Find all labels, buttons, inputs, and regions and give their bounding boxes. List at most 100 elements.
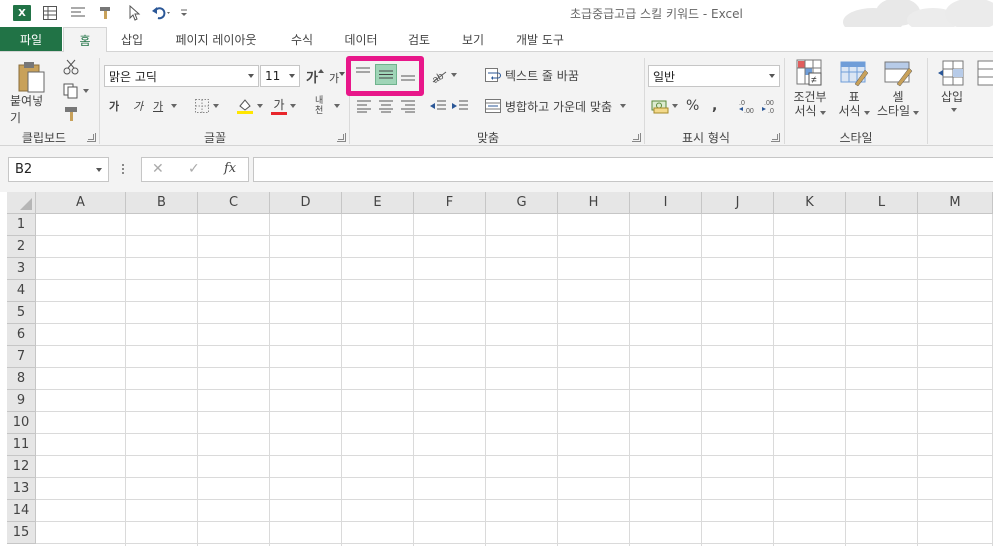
comma-button[interactable]: , <box>712 96 717 116</box>
cut-button[interactable] <box>62 57 82 77</box>
tab-home[interactable]: 홈 <box>63 27 107 52</box>
number-launcher-icon[interactable] <box>771 133 780 142</box>
insert-cells-button[interactable]: 삽입 <box>932 58 972 126</box>
gridline-vertical <box>701 214 702 546</box>
arrow-up-icon <box>317 69 324 73</box>
align-center-button[interactable] <box>377 97 397 115</box>
row-header-4[interactable]: 4 <box>7 280 36 302</box>
conditional-formatting-button[interactable]: ≠ 조건부 서식 <box>788 58 832 126</box>
font-color-button[interactable]: 가 <box>271 95 296 117</box>
wrap-text-button[interactable]: 텍스트 줄 바꿈 <box>484 65 579 85</box>
italic-button[interactable]: 가 <box>133 97 143 115</box>
grow-font-button[interactable]: 가 <box>306 67 324 86</box>
enter-icon[interactable]: ✓ <box>188 161 200 177</box>
column-header-h[interactable]: H <box>558 192 630 214</box>
cell-styles-button[interactable]: 셀 스타일 <box>874 58 922 126</box>
row-header-1[interactable]: 1 <box>7 214 36 236</box>
column-header-k[interactable]: K <box>774 192 846 214</box>
row-header-8[interactable]: 8 <box>7 368 36 390</box>
row-header-9[interactable]: 9 <box>7 390 36 412</box>
formula-input[interactable] <box>253 157 993 182</box>
align-left-button[interactable] <box>355 97 375 115</box>
font-name-select[interactable]: 맑은 고딕 <box>104 65 259 87</box>
column-header-j[interactable]: J <box>702 192 774 214</box>
font-size-select[interactable]: 11 <box>260 65 300 87</box>
copy-button[interactable] <box>62 81 94 101</box>
select-all-button[interactable] <box>7 192 36 214</box>
gridline-horizontal <box>36 411 993 412</box>
align-right-button[interactable] <box>399 97 419 115</box>
delete-cells-icon <box>977 60 993 86</box>
column-header-l[interactable]: L <box>846 192 918 214</box>
underline-button[interactable]: 가 <box>153 97 163 115</box>
delete-cells-button[interactable] <box>976 58 993 126</box>
cancel-icon[interactable]: ✕ <box>152 161 164 177</box>
shrink-font-button[interactable]: 가 <box>329 69 346 87</box>
percent-button[interactable]: % <box>686 96 699 116</box>
alignment-launcher-icon[interactable] <box>632 133 641 142</box>
borders-button[interactable] <box>194 96 219 116</box>
row-header-13[interactable]: 13 <box>7 478 36 500</box>
row-header-3[interactable]: 3 <box>7 258 36 280</box>
fill-color-button[interactable] <box>236 96 263 116</box>
orientation-button[interactable]: ab <box>430 65 457 85</box>
font-launcher-icon[interactable] <box>337 133 346 142</box>
more-icon[interactable] <box>121 162 127 178</box>
column-header-i[interactable]: I <box>630 192 702 214</box>
accounting-format-button[interactable] <box>651 96 678 116</box>
column-header-e[interactable]: E <box>342 192 414 214</box>
window-title: 초급중급고급 스킬 키워드 - Excel <box>570 7 743 21</box>
increase-decimal-button[interactable]: .0.00 <box>738 96 758 116</box>
conditional-label: 조건부 <box>793 90 827 104</box>
decrease-indent-button[interactable] <box>429 97 449 115</box>
row-header-12[interactable]: 12 <box>7 456 36 478</box>
cell-styles-icon <box>884 61 913 87</box>
gridline-horizontal <box>36 345 993 346</box>
tab-formulas[interactable]: 수식 <box>282 27 322 51</box>
column-header-a[interactable]: A <box>36 192 126 214</box>
column-header-m[interactable]: M <box>918 192 993 214</box>
tab-data[interactable]: 데이터 <box>334 27 388 51</box>
row-header-10[interactable]: 10 <box>7 412 36 434</box>
align-icon[interactable] <box>64 3 92 23</box>
increase-indent-button[interactable] <box>451 97 471 115</box>
form-icon[interactable] <box>36 3 64 23</box>
clipboard-launcher-icon[interactable] <box>87 133 96 142</box>
pointer-icon[interactable] <box>120 3 148 23</box>
tab-view[interactable]: 보기 <box>452 27 494 51</box>
format-as-table-button[interactable]: 표 서식 <box>834 58 874 126</box>
column-header-d[interactable]: D <box>270 192 342 214</box>
row-header-14[interactable]: 14 <box>7 500 36 522</box>
insert-function-icon[interactable]: fx <box>224 161 236 176</box>
decrease-decimal-button[interactable]: .00.0 <box>760 96 780 116</box>
tab-insert[interactable]: 삽입 <box>112 27 152 51</box>
bold-button[interactable]: 가 <box>109 97 119 115</box>
underline-dropdown[interactable] <box>168 97 177 115</box>
undo-icon[interactable] <box>148 3 176 23</box>
tab-page-layout[interactable]: 페이지 레이아웃 <box>160 27 272 51</box>
worksheet-grid[interactable]: ABCDEFGHIJKLM 1 2 3 4 5 6 7 8 9 10 11 12 13 14 15 <box>0 192 993 546</box>
format-painter-icon[interactable] <box>92 3 120 23</box>
column-header-f[interactable]: F <box>414 192 486 214</box>
highlight-annotation <box>346 56 424 96</box>
row-header-6[interactable]: 6 <box>7 324 36 346</box>
row-header-15[interactable]: 15 <box>7 522 36 544</box>
column-header-g[interactable]: G <box>486 192 558 214</box>
name-box[interactable]: B2 <box>8 157 109 182</box>
phonetic-button[interactable]: 내천 <box>315 95 340 117</box>
column-header-c[interactable]: C <box>198 192 270 214</box>
row-header-11[interactable]: 11 <box>7 434 36 456</box>
row-header-5[interactable]: 5 <box>7 302 36 324</box>
tab-file[interactable]: 파일 <box>0 27 62 51</box>
row-header-7[interactable]: 7 <box>7 346 36 368</box>
paste-button[interactable]: 붙여넣기 <box>10 60 54 126</box>
customize-icon[interactable] <box>176 3 192 23</box>
merge-center-button[interactable]: 병합하고 가운데 맞춤 <box>484 96 626 116</box>
number-format-select[interactable]: 일반 <box>648 65 780 87</box>
tab-developer[interactable]: 개발 도구 <box>506 27 574 51</box>
tab-review[interactable]: 검토 <box>398 27 440 51</box>
format-painter-button[interactable] <box>62 104 82 124</box>
column-header-b[interactable]: B <box>126 192 198 214</box>
row-header-2[interactable]: 2 <box>7 236 36 258</box>
merge-cells-icon <box>485 99 501 113</box>
